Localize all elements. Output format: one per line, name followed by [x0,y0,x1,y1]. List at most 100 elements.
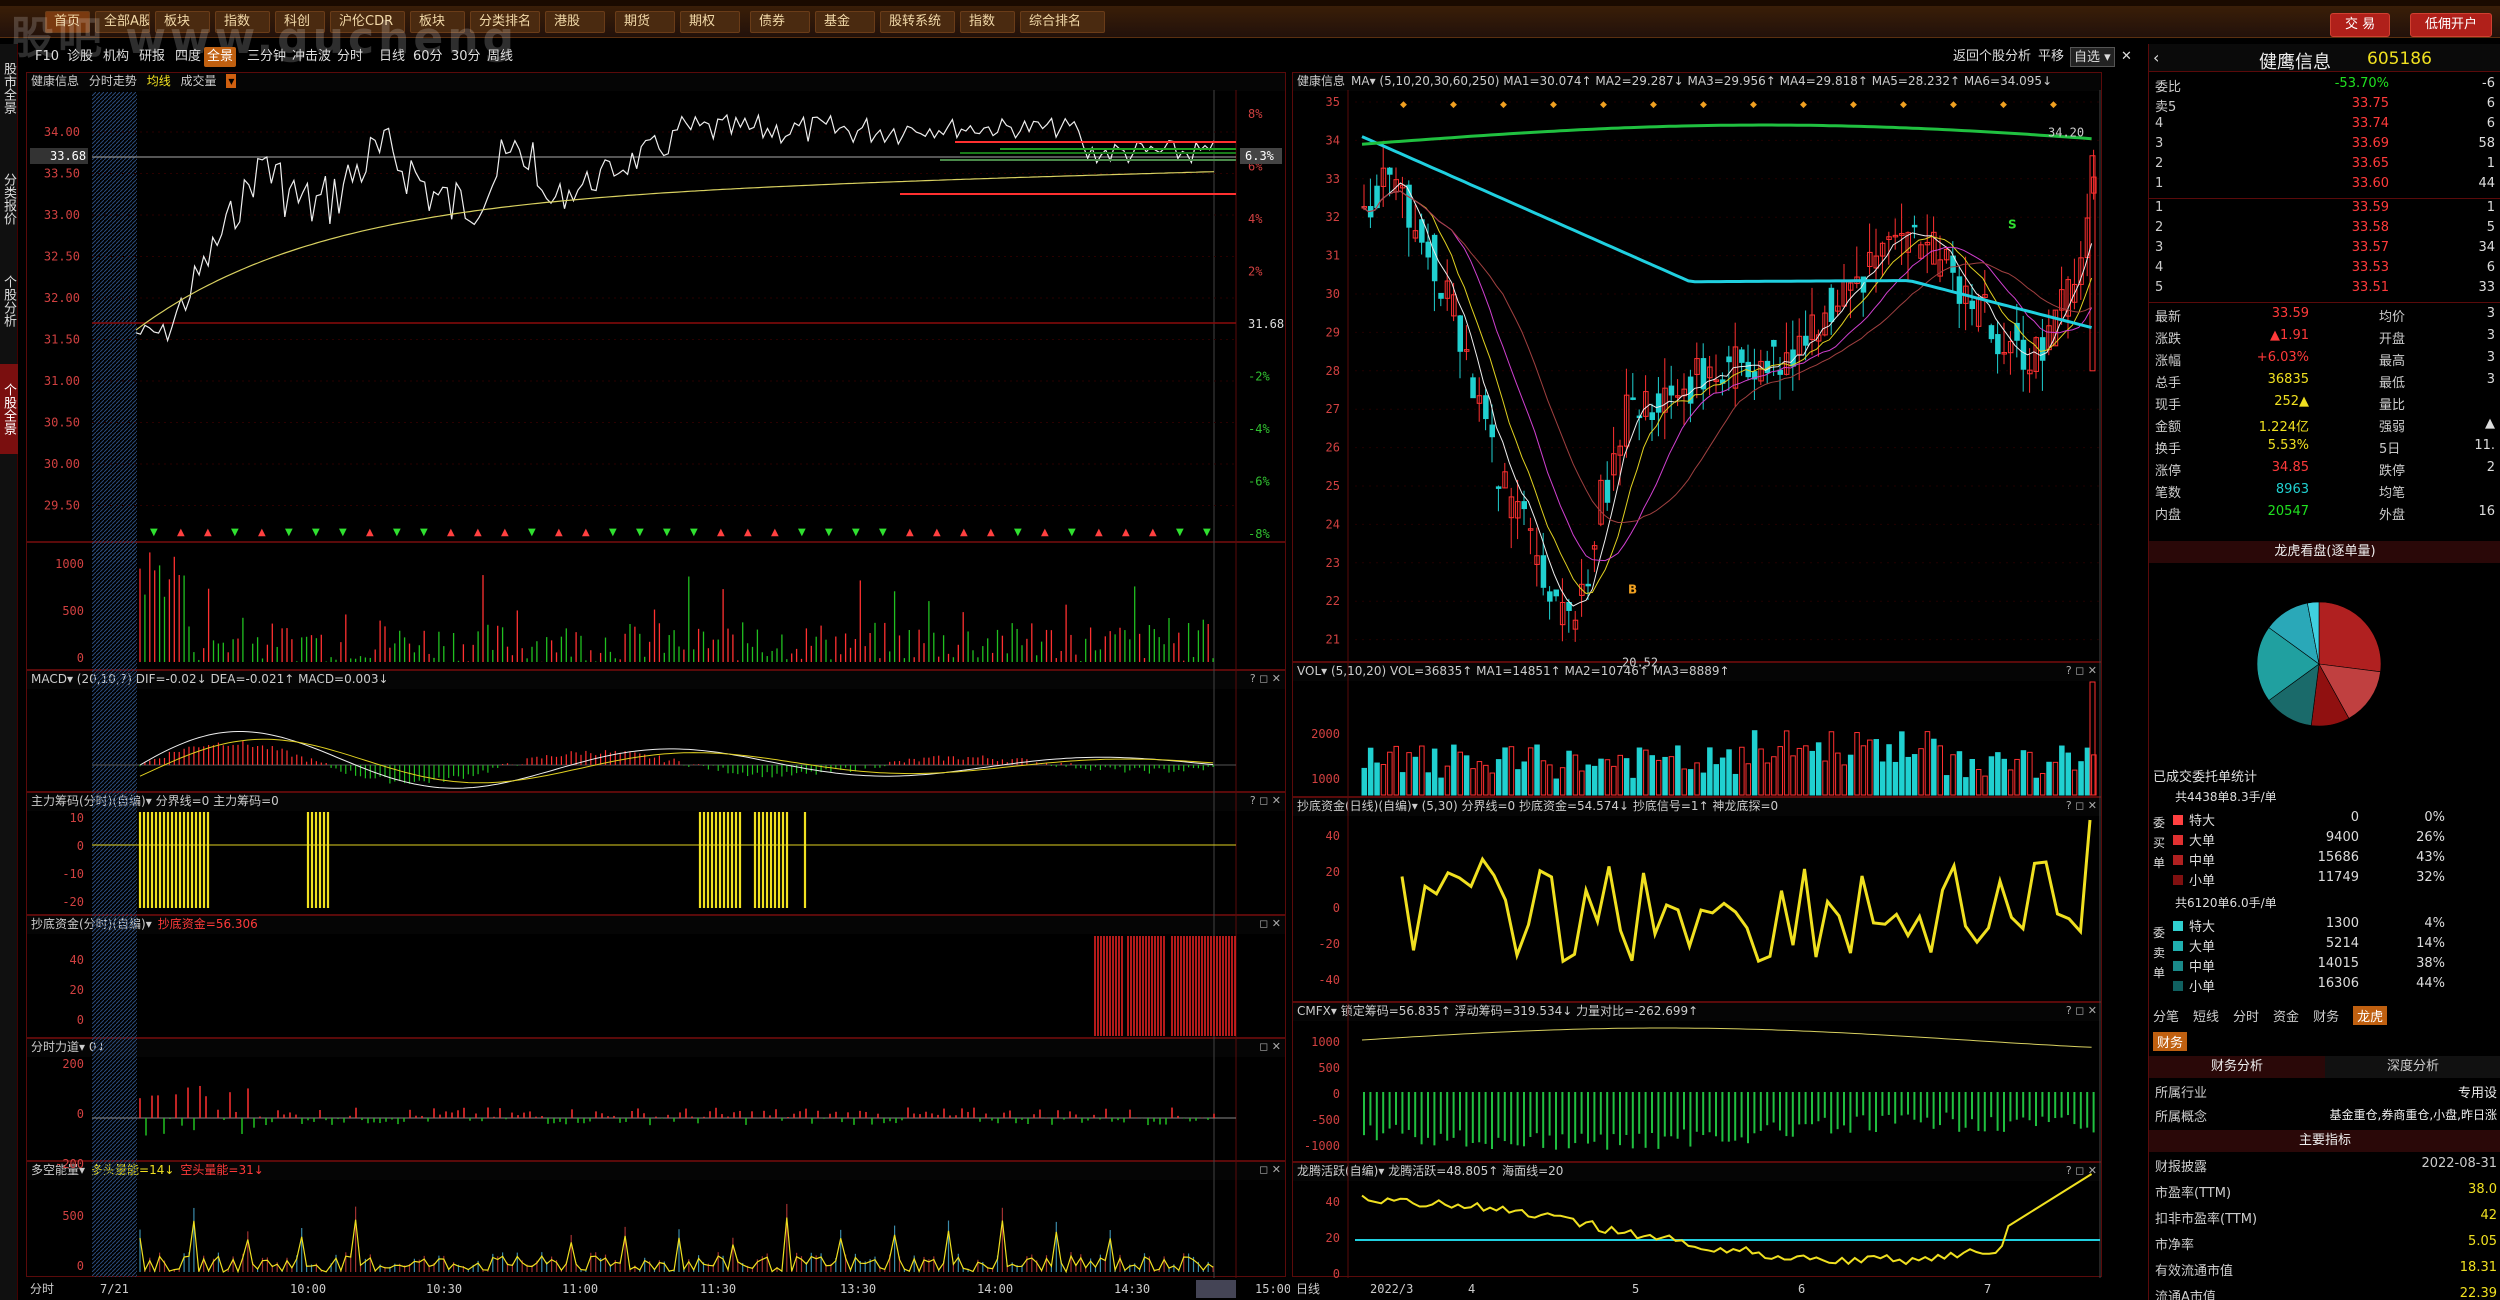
order-vol: 1300 [2325,916,2359,931]
trade-button[interactable]: 交 易 [2330,13,2391,37]
date-axis-label: 2022/3 [1370,1282,1413,1296]
pie-slice [2318,601,2382,673]
vol-bar [1758,748,1764,796]
quote-tab[interactable]: 分时 [2233,1006,2259,1025]
vol-bar [1988,756,1995,796]
candle-body [1438,292,1444,299]
ask-level: 1 [2155,176,2164,191]
top-marker: ◆ [2000,100,2007,110]
vol-bar [1822,760,1828,796]
tab-deep-analysis[interactable]: 深度分析 [2325,1056,2500,1078]
swatch [2173,921,2183,931]
bid-price: 33.51 [2351,280,2389,295]
buy-signal: B [1628,583,1637,597]
book-divider [2149,198,2500,199]
dragon-line [1361,1173,2093,1266]
vol-bar [1854,732,1860,796]
quote-tab[interactable]: 龙虎 [2353,1006,2388,1025]
kline-price-label: 31 [1326,249,1340,263]
quote-tab[interactable]: 短线 [2193,1006,2219,1025]
stat-label2: 最高 [2379,354,2406,369]
bid-price: 33.57 [2351,240,2389,255]
dragon-axis-label: 40 [1326,1195,1340,1209]
vol-bar [1457,751,1463,796]
bid-row: 4 33.53 6 [2149,260,2500,281]
buy-order-row: 大单 9400 26% [2149,830,2500,851]
vol-bar [1470,768,1476,796]
indicator-row: 流通A市值 22.39 [2149,1286,2500,1300]
bid-price: 33.58 [2351,220,2389,235]
candle-body [1969,300,1975,310]
vol-bar [1559,767,1566,796]
quote-stock-name: 健鹰信息 [2259,52,2331,73]
ask-vol: 6 [2486,116,2495,131]
industry-label: 所属行业 [2155,1086,2208,1101]
candle-body [1425,241,1431,258]
indicator-value: 2022-08-31 [2421,1156,2497,1171]
top-marker: ◆ [1600,100,1607,110]
quote-tab[interactable]: 财务 [2313,1006,2339,1025]
stat-label: 换手 [2155,442,2182,457]
candle-body [1726,356,1732,363]
ask-price: 33.60 [2351,176,2389,191]
order-vol: 15686 [2317,850,2359,865]
vol-axis-label: 2000 [1311,727,1340,741]
vol-bar [1886,744,1892,796]
tab-financial-analysis[interactable]: 财务分析 [2149,1056,2325,1078]
kline-price-label: 23 [1326,556,1340,570]
indicator-label: 市盈率(TTM) [2155,1186,2232,1201]
vol-bar [1380,764,1387,796]
candle-body [1521,501,1527,510]
open-account-button[interactable]: 低佣开户 [2410,13,2493,37]
stat-value: 33.59 [2271,306,2309,321]
candle-body [1649,412,1655,420]
stat-value: 252▲ [2274,394,2309,409]
top-marker: ◆ [1700,100,1707,110]
stat-row: 换手 5.53% 5日 11. [2149,438,2500,459]
kline-price-label: 32 [1326,210,1340,224]
stat-value2: ▲ [2485,416,2495,431]
swatch [2173,981,2183,991]
cmfx-axis-label: 1000 [1311,1035,1340,1049]
kline-price-label: 28 [1326,364,1340,378]
vol-bar [1982,775,1988,796]
ask-level: 3 [2155,136,2164,151]
buy-order-row: 特大 0 0% [2149,810,2500,831]
indicator-label: 市净率 [2155,1238,2195,1253]
vol-bar [1521,761,1527,796]
vol-bar [1515,769,1521,796]
stat-label2: 均笔 [2379,486,2406,501]
quote-bottom-tabs: 分笔 短线 分时 资金 财务 龙虎 [2153,1006,2401,1025]
stat-label: 涨幅 [2155,354,2182,369]
ask-vol: 44 [2478,176,2495,191]
vol-bar [2052,761,2059,796]
buy-side-char: 单 [2153,856,2166,870]
sell-side-char: 委 [2153,926,2166,940]
ask-price: 33.75 [2351,96,2389,111]
stat-label2: 跌停 [2379,464,2406,479]
stat-value2: 11. [2474,438,2495,453]
fund-axis-label: -20 [1318,937,1340,951]
top-marker: ◆ [1750,100,1757,110]
ask-row: 2 33.65 1 [2149,156,2500,177]
swatch [2173,815,2183,825]
order-pct: 26% [2416,830,2445,845]
quote-tab[interactable]: 分笔 [2153,1006,2179,1025]
fund-axis-label: 40 [1326,829,1340,843]
vol-bar [1617,754,1623,796]
quote-tab[interactable]: 资金 [2273,1006,2299,1025]
vol-bar [1393,745,1399,796]
stat-value: 1.224亿 [2258,420,2309,435]
vol-bar [1700,772,1707,796]
vol-bar [1975,769,1982,796]
ask-price: 33.65 [2351,156,2389,171]
sell-side-char: 卖 [2153,946,2166,960]
top-marker: ◆ [1550,100,1557,110]
pie-title: 龙虎看盘(逐单量) [2149,541,2500,563]
ask-price: 33.69 [2351,136,2389,151]
order-type: 特大 [2189,814,2216,829]
back-arrow-icon[interactable]: ‹ [2153,48,2159,67]
vol-bar [1406,752,1412,796]
finance-tab[interactable]: 财务 [2153,1032,2188,1051]
top-marker: ◆ [1450,100,1457,110]
